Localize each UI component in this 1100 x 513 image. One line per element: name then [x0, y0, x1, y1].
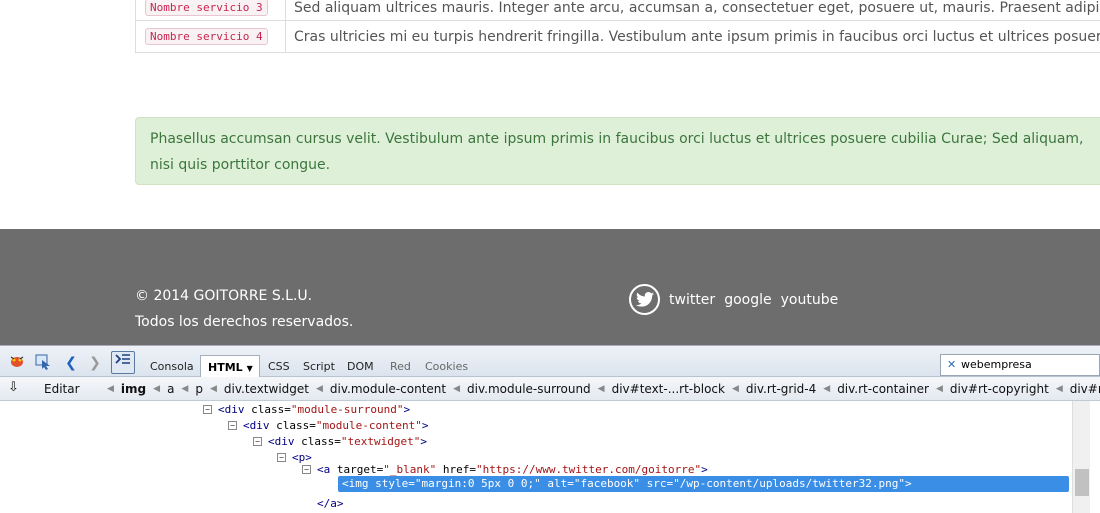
service-description: Cras ultricies mi eu turpis hendrerit fr…	[294, 28, 1100, 45]
twitter-icon[interactable]	[629, 284, 660, 315]
tree-scrollbar[interactable]	[1072, 401, 1090, 513]
breadcrumb-item[interactable]: div.module-content	[330, 382, 446, 396]
tab-html-label: HTML	[208, 361, 243, 374]
service-description: Sed aliquam ultrices mauris. Integer ant…	[294, 0, 1100, 16]
social-links: twitter google youtube	[629, 284, 847, 315]
breadcrumb-item[interactable]: img	[121, 382, 146, 396]
tree-node[interactable]: </a>	[317, 496, 344, 512]
breadcrumb-item[interactable]: div.module-surround	[467, 382, 591, 396]
breadcrumb-item[interactable]: div.rt-grid-4	[746, 382, 816, 396]
tree-node[interactable]: − <div class="module-content">	[228, 418, 428, 434]
edit-button[interactable]: Editar	[44, 382, 80, 396]
breadcrumb-item[interactable]: div#rt-copyright	[950, 382, 1049, 396]
breadcrumb-item[interactable]: div#text-...rt-block	[612, 382, 725, 396]
rights-text: Todos los derechos reservados.	[135, 314, 354, 330]
twitter-link[interactable]: twitter	[669, 292, 715, 308]
bread-left-arrow-icon[interactable]: ◀	[107, 384, 114, 394]
chevron-down-icon: ▼	[246, 364, 253, 373]
breadcrumb-item[interactable]: p	[195, 382, 203, 396]
firebug-toolbar: ❮ ❯ Consola HTML ▼ CSS Script DOM Red Coo…	[0, 345, 1100, 378]
breadcrumb-item[interactable]: a	[167, 382, 174, 396]
collapse-icon[interactable]: −	[253, 437, 262, 446]
table-row: Nombre servicio 3 Sed aliquam ultrices m…	[136, 0, 1100, 20]
collapse-icon[interactable]: −	[302, 465, 311, 474]
footer: © 2014 GOITORRE S.L.U. Todos los derecho…	[0, 229, 1100, 345]
tab-script[interactable]: Script	[303, 360, 335, 373]
breadcrumb-item[interactable]: div.textwidget	[224, 382, 309, 396]
tree-node[interactable]: − <div class="module-surround">	[203, 402, 410, 418]
scrollbar-thumb[interactable]	[1075, 469, 1089, 496]
forward-arrow-icon[interactable]: ❯	[86, 354, 104, 372]
pick-icon[interactable]: ⇩	[8, 380, 19, 395]
breadcrumb-item[interactable]: div.rt-container	[837, 382, 929, 396]
selected-tree-node[interactable]: <img style="margin:0 5px 0 0;" alt="face…	[338, 476, 1069, 492]
tab-css[interactable]: CSS	[268, 360, 290, 373]
inspect-element-icon[interactable]	[34, 354, 52, 372]
breadcrumb-item[interactable]: div#rt-foote	[1070, 382, 1100, 396]
tab-net[interactable]: Red	[390, 360, 411, 373]
command-editor-icon[interactable]	[111, 351, 135, 374]
breadcrumb: ⇩ Editar ◀ img ◀ a ◀ p ◀ div.textwidget ◀ di…	[0, 377, 1100, 401]
clear-search-icon[interactable]: ✕	[947, 358, 956, 371]
tree-node[interactable]: − <div class="textwidget">	[253, 434, 427, 450]
firebug-bug-icon[interactable]	[8, 354, 26, 372]
search-input[interactable]: ✕ webempresa	[940, 354, 1100, 376]
success-alert: Phasellus accumsan cursus velit. Vestibu…	[135, 117, 1100, 185]
html-tree: − <div class="module-surround"> − <div cla…	[0, 401, 1072, 513]
table-row: Nombre servicio 4 Cras ultricies mi eu t…	[136, 20, 1100, 52]
tab-html[interactable]: HTML ▼	[200, 355, 260, 378]
firebug-panel: ❮ ❯ Consola HTML ▼ CSS Script DOM Red Coo…	[0, 345, 1100, 513]
search-value: webempresa	[961, 358, 1032, 371]
collapse-icon[interactable]: −	[203, 405, 212, 414]
collapse-icon[interactable]: −	[228, 421, 237, 430]
youtube-link[interactable]: youtube	[781, 292, 839, 308]
service-name: Nombre servicio 4	[145, 28, 268, 45]
copyright-text: © 2014 GOITORRE S.L.U.	[135, 288, 313, 304]
copyright-block: © 2014 GOITORRE S.L.U. Todos los derecho…	[135, 283, 353, 335]
service-name: Nombre servicio 3	[145, 0, 268, 16]
back-arrow-icon[interactable]: ❮	[62, 354, 80, 372]
google-link[interactable]: google	[724, 292, 771, 308]
services-table: Nombre servicio 3 Sed aliquam ultrices m…	[135, 0, 1100, 53]
tab-dom[interactable]: DOM	[347, 360, 374, 373]
tab-console[interactable]: Consola	[150, 360, 194, 373]
collapse-icon[interactable]: −	[277, 453, 286, 462]
tab-cookies[interactable]: Cookies	[425, 360, 468, 373]
